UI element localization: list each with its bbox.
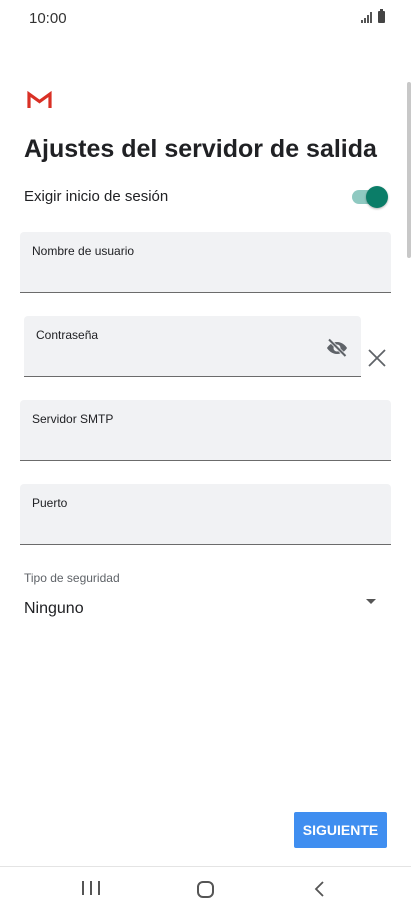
back-icon[interactable] <box>313 881 327 897</box>
recents-icon[interactable] <box>82 881 100 897</box>
next-button[interactable]: SIGUIENTE <box>294 812 387 848</box>
password-field[interactable]: Contraseña <box>24 316 361 377</box>
battery-icon <box>378 9 385 23</box>
require-login-row: Exigir inicio de sesión <box>24 183 388 211</box>
require-login-toggle[interactable] <box>352 185 388 209</box>
close-icon[interactable] <box>365 346 389 370</box>
username-label: Nombre de usuario <box>32 244 135 258</box>
password-input[interactable] <box>36 346 317 368</box>
smtp-server-input[interactable] <box>32 430 379 452</box>
gmail-logo-icon <box>27 90 52 108</box>
scrollbar[interactable] <box>407 82 411 258</box>
status-icons <box>361 9 385 23</box>
username-input[interactable] <box>32 262 379 284</box>
password-label: Contraseña <box>36 328 99 342</box>
security-type-label: Tipo de seguridad <box>24 571 120 585</box>
signal-icon <box>361 11 372 23</box>
navigation-bar <box>0 866 411 914</box>
port-field[interactable]: Puerto <box>20 484 391 545</box>
port-label: Puerto <box>32 496 68 510</box>
toggle-thumb <box>366 186 388 208</box>
security-type-value: Ninguno <box>24 600 84 617</box>
eye-off-icon[interactable] <box>325 336 349 360</box>
port-input[interactable] <box>32 514 379 536</box>
require-login-label: Exigir inicio de sesión <box>24 188 169 205</box>
status-time: 10:00 <box>29 10 67 27</box>
dropdown-arrow-icon <box>366 599 376 604</box>
security-type-select[interactable]: Ninguno <box>24 596 386 624</box>
username-field[interactable]: Nombre de usuario <box>20 232 391 293</box>
smtp-server-label: Servidor SMTP <box>32 412 114 426</box>
status-bar: 10:00 <box>0 0 411 36</box>
home-icon[interactable] <box>197 881 214 898</box>
smtp-server-field[interactable]: Servidor SMTP <box>20 400 391 461</box>
page-title: Ajustes del servidor de salida <box>24 135 377 163</box>
